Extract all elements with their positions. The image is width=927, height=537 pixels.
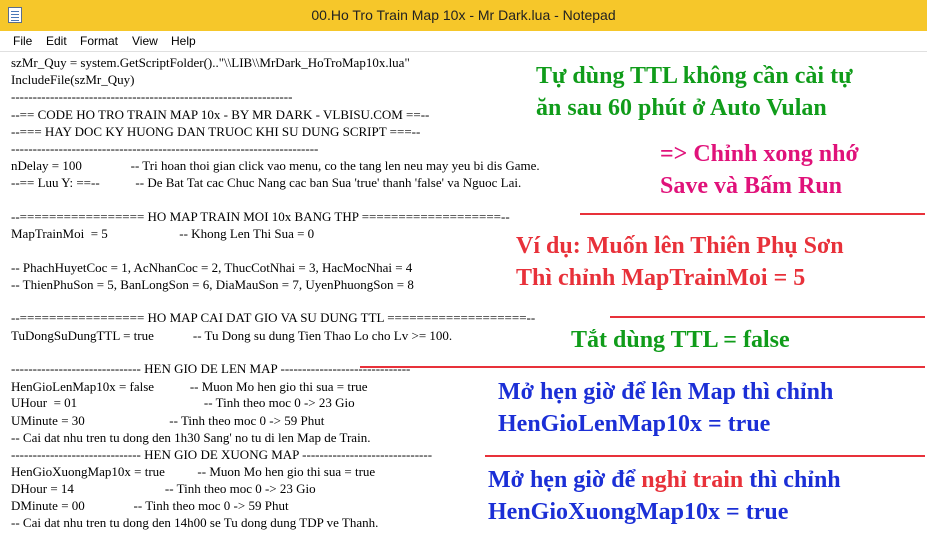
- annotation-ttl-line2: ăn sau 60 phút ở Auto Vulan: [536, 95, 827, 121]
- code-line: IncludeFile(szMr_Quy): [11, 72, 135, 87]
- red-separator: [360, 366, 925, 368]
- annotation-example-line2: Thì chỉnh MapTrainMoi = 5: [516, 265, 806, 291]
- annotation-save-line2: Save và Bấm Run: [660, 173, 843, 199]
- annotation-down-part-c: thì chỉnh: [743, 467, 841, 493]
- red-separator: [485, 455, 925, 457]
- annotation-up-line2: HenGioLenMap10x = true: [498, 411, 771, 437]
- code-line: --================= HO MAP CAI DAT GIO V…: [11, 310, 536, 325]
- code-line: ------------------------------ HEN GIO D…: [11, 361, 411, 376]
- code-line: MapTrainMoi = 5 -- Khong Len Thi Sua = 0: [11, 226, 315, 241]
- annotation-off-ttl: Tắt dùng TTL = false: [571, 327, 790, 353]
- annotation-down-part-a: Mở hẹn giờ để: [488, 467, 642, 493]
- code-line: UMinute = 30 -- Tinh theo moc 0 -> 59 Ph…: [11, 413, 325, 428]
- red-separator: [610, 316, 925, 318]
- annotation-up-line1: Mở hẹn giờ để lên Map thì chỉnh: [498, 379, 834, 405]
- menu-help[interactable]: Help: [171, 34, 196, 48]
- annotation-down-highlight: nghỉ train: [641, 467, 744, 493]
- code-line: -- Cai dat nhu tren tu dong den 1h30 San…: [11, 430, 371, 445]
- red-separator: [580, 213, 925, 215]
- menu-edit[interactable]: Edit: [46, 34, 67, 48]
- code-line: szMr_Quy = system.GetScriptFolder().."\\…: [11, 55, 410, 70]
- window-title: 00.Ho Tro Train Map 10x - Mr Dark.lua - …: [311, 7, 616, 23]
- code-line: -- Cai dat nhu tren tu dong den 14h00 se…: [11, 515, 379, 530]
- annotation-down-line1: Mở hẹn giờ để nghỉ train thì chỉnh: [488, 464, 841, 496]
- annotation-save-line1: => Chỉnh xong nhớ: [660, 141, 859, 167]
- code-line: TuDongSuDungTTL = true -- Tu Dong su dun…: [11, 328, 453, 343]
- code-line: HenGioXuongMap10x = true -- Muon Mo hen …: [11, 464, 376, 479]
- code-line: -- PhachHuyetCoc = 1, AcNhanCoc = 2, Thu…: [11, 260, 413, 275]
- code-line: --== CODE HO TRO TRAIN MAP 10x - BY MR D…: [11, 107, 430, 122]
- menu-format[interactable]: Format: [80, 34, 118, 48]
- menu-bar: File Edit Format View Help: [0, 31, 927, 52]
- title-bar: 00.Ho Tro Train Map 10x - Mr Dark.lua - …: [0, 0, 927, 31]
- code-line: DHour = 14 -- Tinh theo moc 0 -> 23 Gio: [11, 481, 316, 496]
- code-line: nDelay = 100 -- Tri hoan thoi gian click…: [11, 158, 540, 173]
- code-line: ----------------------------------------…: [11, 141, 319, 156]
- menu-view[interactable]: View: [132, 34, 158, 48]
- code-line: HenGioLenMap10x = false -- Muon Mo hen g…: [11, 379, 368, 394]
- menu-file[interactable]: File: [13, 34, 32, 48]
- code-line: -- ThienPhuSon = 5, BanLongSon = 6, DiaM…: [11, 277, 414, 292]
- code-line: DMinute = 00 -- Tinh theo moc 0 -> 59 Ph…: [11, 498, 289, 513]
- code-line: ------------------------------ HEN GIO D…: [11, 447, 433, 462]
- annotation-down-line2: HenGioXuongMap10x = true: [488, 499, 789, 525]
- annotation-ttl-line1: Tự dùng TTL không cần cài tự: [536, 63, 853, 89]
- code-line: ----------------------------------------…: [11, 89, 293, 104]
- code-line: --================= HO MAP TRAIN MOI 10x…: [11, 209, 510, 224]
- code-line: --== Luu Y: ==-- -- De Bat Tat cac Chuc …: [11, 175, 522, 190]
- annotation-example-line1: Ví dụ: Muốn lên Thiên Phụ Sơn: [516, 233, 844, 259]
- code-line: --=== HAY DOC KY HUONG DAN TRUOC KHI SU …: [11, 124, 421, 139]
- code-line: UHour = 01 -- Tinh theo moc 0 -> 23 Gio: [11, 395, 355, 410]
